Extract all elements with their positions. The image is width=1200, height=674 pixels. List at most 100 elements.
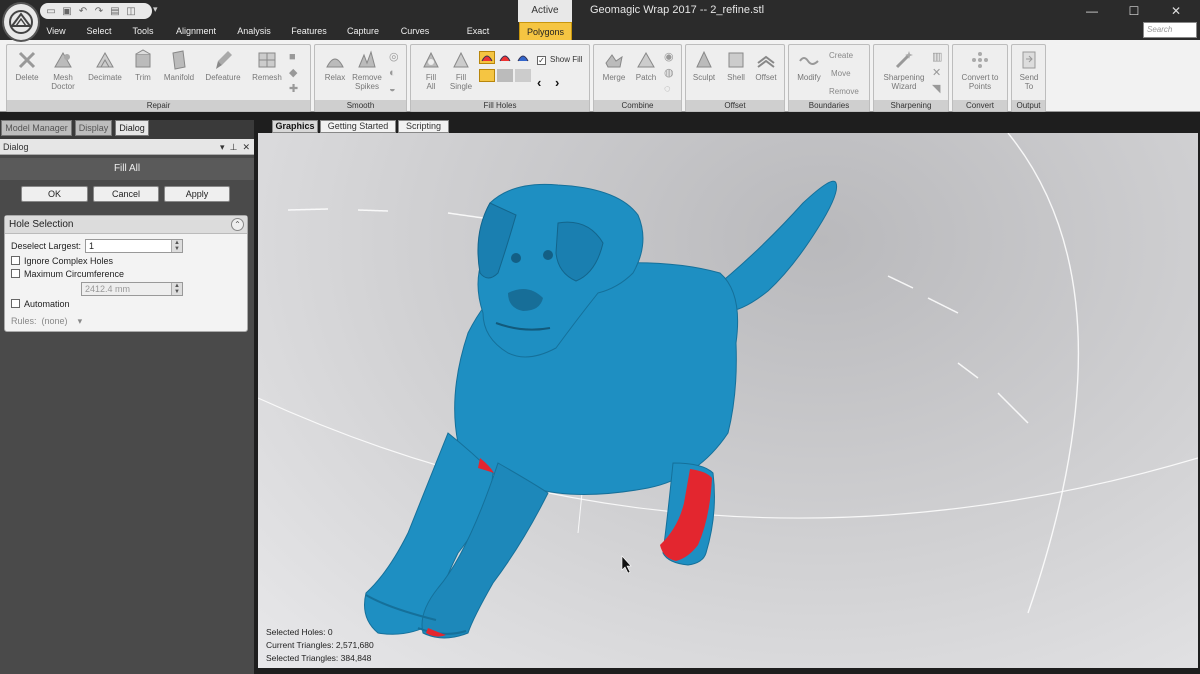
sandpaper-icon[interactable]: ◎: [389, 49, 403, 65]
show-fill-checkbox[interactable]: ✓ Show Fill: [537, 55, 582, 65]
fill-flat-icon[interactable]: [479, 69, 495, 82]
boolean-icon[interactable]: ◉: [664, 49, 678, 65]
automation-checkbox[interactable]: Automation: [11, 299, 70, 309]
fix-icon[interactable]: ■: [289, 49, 303, 65]
manifold-button[interactable]: Manifold: [159, 49, 199, 82]
maximum-circumference-input[interactable]: 2412.4 mm ▲ ▼: [81, 282, 183, 296]
ribbon-tab-bar: View Select Tools Alignment Analysis Fea…: [0, 22, 1200, 54]
save-icon[interactable]: ▣: [60, 5, 74, 17]
tab-features[interactable]: Features: [291, 22, 327, 40]
tab-getting-started[interactable]: Getting Started: [320, 120, 396, 133]
apply-button[interactable]: Apply: [164, 186, 230, 202]
rules-select[interactable]: Rules: (none) ▾: [11, 316, 82, 327]
tab-capture[interactable]: Capture: [346, 22, 380, 40]
combine-group-label: Combine: [594, 100, 681, 111]
model-canvas[interactable]: [258, 133, 1198, 668]
graphics-viewport[interactable]: [258, 133, 1198, 668]
fill-single-button[interactable]: Fill Single: [441, 49, 481, 91]
offset-button[interactable]: Offset: [746, 49, 786, 82]
spinner-icon[interactable]: ▲ ▼: [171, 283, 182, 295]
shield-icon[interactable]: ◆: [289, 65, 303, 81]
convert-to-points-button[interactable]: Convert to Points: [955, 49, 1005, 91]
tab-analysis[interactable]: Analysis: [237, 22, 271, 40]
decimate-icon: [96, 51, 114, 68]
maximum-circumference-checkbox[interactable]: Maximum Circumference: [11, 269, 124, 279]
customize-icon[interactable]: ◫: [124, 5, 138, 17]
tab-polygons[interactable]: Polygons: [519, 22, 572, 40]
ok-button[interactable]: OK: [21, 186, 88, 202]
tab-alignment[interactable]: Alignment: [175, 22, 217, 40]
remove-spikes-button[interactable]: Remove Spikes: [347, 49, 387, 91]
tweak-icon[interactable]: ✚: [289, 81, 303, 97]
join-icon[interactable]: ◍: [664, 65, 678, 81]
fill-curvature-icon[interactable]: [515, 69, 531, 82]
maximize-button[interactable]: ☐: [1114, 2, 1154, 20]
patch-button[interactable]: Patch: [626, 49, 666, 82]
ignore-complex-holes-checkbox[interactable]: Ignore Complex Holes: [11, 256, 113, 266]
fill-partial-icon[interactable]: [497, 51, 513, 64]
mesh-doctor-button[interactable]: Mesh Doctor: [43, 49, 83, 91]
save-all-icon[interactable]: ▤: [108, 5, 122, 17]
defeature-button[interactable]: Defeature: [203, 49, 243, 82]
tab-tools[interactable]: Tools: [131, 22, 155, 40]
tab-select[interactable]: Select: [86, 22, 112, 40]
dropdown-icon[interactable]: ▾: [220, 142, 225, 152]
delete-button[interactable]: Delete: [7, 49, 47, 82]
convert-group-label: Convert: [953, 100, 1007, 111]
trim-button[interactable]: Trim: [123, 49, 163, 82]
search-input[interactable]: Search: [1143, 22, 1197, 38]
tab-model-manager[interactable]: Model Manager: [1, 120, 72, 136]
tab-view[interactable]: View: [44, 22, 68, 40]
fill-complete-icon[interactable]: [479, 51, 495, 64]
app-logo-icon[interactable]: [2, 2, 40, 42]
tab-graphics[interactable]: Graphics: [272, 120, 318, 133]
patch-icon: [637, 51, 655, 68]
remesh-icon: [258, 52, 276, 68]
minimize-button[interactable]: —: [1072, 2, 1112, 20]
undo-icon[interactable]: ↶: [76, 5, 90, 17]
fill-tangent-icon[interactable]: [497, 69, 513, 82]
output-group: Send To Output: [1011, 44, 1046, 112]
repair-side-tools: ■ ◆ ✚: [289, 49, 303, 97]
decimate-button[interactable]: Decimate: [85, 49, 125, 82]
dog-mesh[interactable]: [364, 180, 838, 639]
spinner-icon[interactable]: ▲ ▼: [171, 240, 182, 252]
sharpening-wizard-button[interactable]: Sharpening Wizard: [882, 49, 926, 91]
tab-scripting[interactable]: Scripting: [398, 120, 449, 133]
quick-smooth-icon[interactable]: ◒: [389, 81, 403, 97]
boundaries-create-button[interactable]: Create: [829, 51, 853, 60]
cancel-button[interactable]: Cancel: [93, 186, 159, 202]
send-to-button[interactable]: Send To: [1009, 49, 1049, 91]
tab-curves[interactable]: Curves: [400, 22, 430, 40]
split-icon[interactable]: ◌: [664, 81, 678, 97]
modify-button[interactable]: Modify: [789, 49, 829, 82]
boundaries-group-label: Boundaries: [789, 100, 869, 111]
deselect-largest-input[interactable]: 1 ▲ ▼: [85, 239, 183, 253]
redo-icon[interactable]: ↷: [92, 5, 106, 17]
next-hole-button[interactable]: ›: [555, 75, 559, 90]
smooth-group-label: Smooth: [315, 100, 406, 111]
repair-group: Delete Mesh Doctor Decimate Trim Manifol…: [6, 44, 311, 112]
collapse-icon[interactable]: ⌃: [231, 218, 244, 231]
relax-icon: [326, 58, 344, 68]
pin-icon[interactable]: ⊥: [230, 142, 238, 152]
fill-bridge-icon[interactable]: [515, 51, 531, 64]
tab-dialog[interactable]: Dialog: [115, 120, 149, 136]
smooth-group: Relax Remove Spikes ◎ ◐ ◒ Smooth: [314, 44, 407, 112]
boundaries-remove-button[interactable]: Remove: [829, 87, 859, 96]
boundaries-move-button[interactable]: Move: [831, 69, 851, 78]
sharpen-icon[interactable]: ✕: [932, 65, 946, 81]
close-panel-icon[interactable]: ✕: [242, 142, 250, 152]
qat-dropdown-icon[interactable]: ▾: [153, 4, 158, 15]
smooth-icon[interactable]: ◐: [389, 65, 403, 81]
tab-display[interactable]: Display: [75, 120, 112, 136]
prev-hole-button[interactable]: ‹: [537, 75, 541, 90]
tab-exact-surfaces[interactable]: Exact Surfaces: [449, 22, 507, 54]
remesh-button[interactable]: Remesh: [247, 49, 287, 82]
fill-all-icon: [423, 51, 439, 68]
extend-icon[interactable]: ▥: [932, 49, 946, 65]
sharpening-group-label: Sharpening: [874, 100, 948, 111]
corner-icon[interactable]: ◥: [932, 81, 946, 97]
close-button[interactable]: ✕: [1156, 2, 1196, 20]
open-icon[interactable]: ▭: [44, 5, 58, 17]
